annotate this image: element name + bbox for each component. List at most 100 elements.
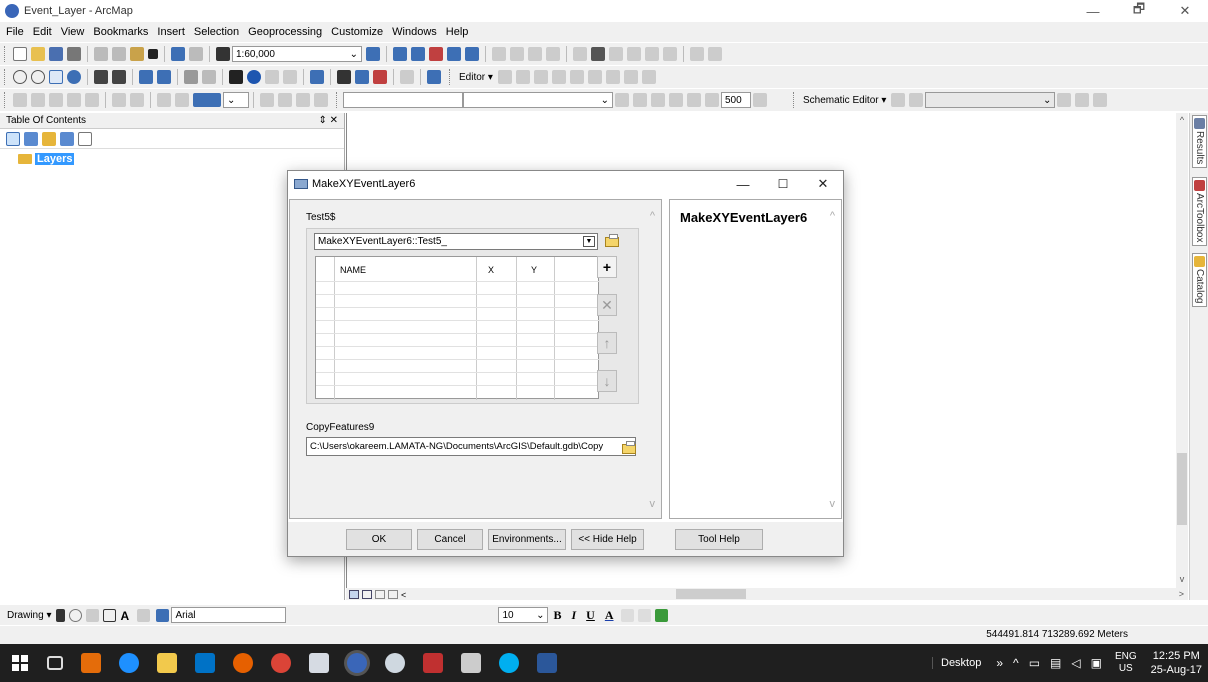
acrobat-icon[interactable] bbox=[309, 653, 329, 673]
calculator-icon[interactable] bbox=[461, 653, 481, 673]
catalog-window-icon[interactable] bbox=[411, 47, 425, 61]
italic-button[interactable]: I bbox=[572, 608, 577, 623]
start-button[interactable] bbox=[12, 655, 28, 671]
scroll-up-icon[interactable]: ^ bbox=[1176, 115, 1188, 125]
data-view-icon[interactable] bbox=[349, 589, 359, 599]
split-icon[interactable] bbox=[569, 70, 584, 84]
font-size-combo[interactable]: 10 ⌄ bbox=[498, 607, 549, 623]
layout-zoom-out-icon[interactable] bbox=[31, 93, 45, 107]
brightness-icon[interactable] bbox=[633, 93, 647, 107]
layout-pan-icon[interactable] bbox=[49, 93, 63, 107]
table-dropdown[interactable]: MakeXYEventLayer6::Test5_ ▼ bbox=[314, 233, 598, 250]
text-icon[interactable]: A bbox=[120, 609, 133, 623]
skype-icon[interactable] bbox=[499, 653, 519, 673]
refresh-icon[interactable] bbox=[708, 47, 722, 61]
effects-icon[interactable] bbox=[705, 93, 719, 107]
help-scroll-up-icon[interactable]: ^ bbox=[830, 210, 835, 222]
rotate-draw-icon[interactable] bbox=[69, 608, 83, 622]
menu-bookmarks[interactable]: Bookmarks bbox=[93, 26, 148, 38]
map-vertical-scrollbar[interactable]: ^ v bbox=[1176, 113, 1188, 588]
measure-icon[interactable] bbox=[627, 47, 641, 61]
python-icon[interactable] bbox=[447, 47, 461, 61]
swipe-icon[interactable] bbox=[651, 93, 665, 107]
chrome-icon[interactable] bbox=[271, 653, 291, 673]
remove-row-button[interactable]: ✕ bbox=[597, 294, 617, 316]
create-viewer-icon[interactable] bbox=[427, 70, 441, 84]
editor-toolbar-icon[interactable] bbox=[366, 47, 380, 61]
params-scroll-down-icon[interactable]: v bbox=[650, 498, 656, 510]
toolbar-grip[interactable] bbox=[336, 92, 339, 108]
forward-icon[interactable] bbox=[157, 70, 171, 84]
firefox-icon[interactable] bbox=[233, 653, 253, 673]
toolbar-grip[interactable] bbox=[4, 92, 7, 108]
dropdown-arrow-icon[interactable]: ▼ bbox=[583, 236, 595, 247]
bold-button[interactable]: B bbox=[553, 608, 561, 623]
snapping-icon[interactable] bbox=[573, 47, 587, 61]
layout-zoom-in-icon[interactable] bbox=[13, 93, 27, 107]
list-by-visibility-icon[interactable] bbox=[42, 131, 56, 146]
redo-icon[interactable] bbox=[189, 47, 203, 61]
arcglobe-icon[interactable] bbox=[385, 653, 405, 673]
menu-geoprocessing[interactable]: Geoprocessing bbox=[248, 26, 322, 38]
data-driven-pages-icon[interactable] bbox=[314, 93, 328, 107]
hyperlink-icon[interactable] bbox=[283, 70, 297, 84]
save-icon[interactable] bbox=[49, 47, 63, 61]
arcmap-taskbar-icon[interactable] bbox=[347, 653, 367, 673]
add-data-icon[interactable] bbox=[216, 47, 230, 61]
toolbar-grip[interactable] bbox=[4, 69, 7, 85]
paste-icon[interactable] bbox=[130, 47, 144, 61]
browse-output-button[interactable] bbox=[620, 440, 638, 456]
toolbar-grip[interactable] bbox=[449, 69, 452, 85]
toolbar-grip[interactable] bbox=[793, 92, 796, 108]
outlook-icon[interactable] bbox=[195, 653, 215, 673]
underline-button[interactable]: U bbox=[586, 608, 595, 623]
menu-insert[interactable]: Insert bbox=[157, 26, 185, 38]
menu-file[interactable]: File bbox=[6, 26, 24, 38]
edit-tool-icon[interactable] bbox=[492, 47, 506, 61]
cut-polygon-icon[interactable] bbox=[551, 70, 566, 84]
drawing-menu[interactable]: Drawing ▾ bbox=[7, 610, 51, 621]
create-features-icon[interactable] bbox=[641, 70, 656, 84]
dialog-maximize-button[interactable]: ☐ bbox=[763, 171, 803, 197]
output-path-field[interactable]: C:\Users\okareem.LAMATA-NG\Documents\Arc… bbox=[306, 437, 636, 456]
attributes-icon[interactable] bbox=[605, 70, 620, 84]
list-by-source-icon[interactable] bbox=[24, 131, 38, 146]
menu-selection[interactable]: Selection bbox=[194, 26, 239, 38]
print-icon[interactable] bbox=[67, 47, 81, 61]
toc-layers-node[interactable]: Layers bbox=[18, 153, 344, 165]
spin-icon[interactable] bbox=[753, 93, 767, 107]
list-by-selection-icon[interactable] bbox=[60, 131, 74, 146]
focus-data-frame-icon[interactable] bbox=[278, 93, 292, 107]
font-name-combo[interactable]: Arial bbox=[171, 607, 287, 623]
params-scroll-up-icon[interactable]: ^ bbox=[650, 210, 655, 222]
desktop-toolbar[interactable]: Desktop bbox=[932, 657, 981, 669]
marker-color-icon[interactable] bbox=[654, 608, 668, 622]
scroll-thumb[interactable] bbox=[1177, 453, 1187, 525]
zoom-selected-icon[interactable] bbox=[86, 608, 100, 622]
pause-drawing-icon[interactable] bbox=[388, 589, 398, 599]
straight-segment-icon[interactable] bbox=[510, 47, 524, 61]
copy-icon[interactable] bbox=[112, 47, 126, 61]
clear-selection-icon[interactable] bbox=[202, 70, 216, 84]
list-by-drawing-order-icon[interactable] bbox=[6, 131, 20, 146]
pdf-icon[interactable] bbox=[423, 653, 443, 673]
dialog-close-button[interactable]: ✕ bbox=[803, 171, 843, 197]
delete-icon[interactable] bbox=[148, 49, 158, 59]
media-player-icon[interactable] bbox=[81, 653, 101, 673]
notification-icon[interactable]: ▣ bbox=[1091, 656, 1102, 670]
battery-icon[interactable]: ▭ bbox=[1029, 656, 1040, 670]
scroll-down-icon[interactable]: v bbox=[1176, 574, 1188, 584]
chevron-up-icon[interactable]: ^ bbox=[1013, 656, 1019, 670]
find-icon[interactable] bbox=[337, 70, 351, 84]
sketch-props-icon[interactable] bbox=[623, 70, 638, 84]
select-elements-icon[interactable] bbox=[229, 70, 243, 84]
go-forward-icon[interactable] bbox=[175, 93, 189, 107]
maximize-button[interactable]: 🗗 bbox=[1116, 0, 1162, 22]
tray-expand-icon[interactable]: » bbox=[996, 656, 1003, 670]
pan-icon[interactable] bbox=[49, 70, 63, 84]
toc-pin-close[interactable]: ⇕ ✕ bbox=[318, 115, 338, 126]
undo-icon[interactable] bbox=[171, 47, 185, 61]
table-grid-icon[interactable] bbox=[663, 47, 677, 61]
tool-help-button[interactable]: Tool Help bbox=[675, 529, 763, 550]
font-color-button[interactable]: A bbox=[605, 608, 614, 623]
